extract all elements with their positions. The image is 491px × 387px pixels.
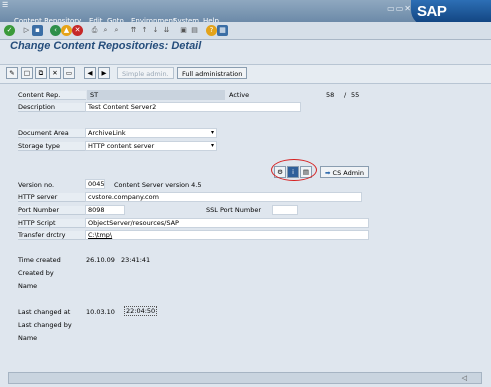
- entry-count-separator: /: [344, 91, 347, 99]
- sap-logo-text: SAP: [417, 3, 447, 20]
- ssl-port-label: SSL Port Number: [206, 206, 262, 214]
- menu-environment[interactable]: Environment: [131, 0, 176, 25]
- version-label: Version no.: [18, 181, 55, 189]
- time-created-label: Time created: [18, 256, 61, 264]
- last-page-icon[interactable]: ⇊: [161, 25, 172, 36]
- next-page-icon[interactable]: ↓: [150, 25, 161, 36]
- storage-type-label: Storage type: [18, 142, 86, 151]
- next-entry-icon[interactable]: ▶: [98, 67, 110, 79]
- http-server-input[interactable]: cvstore.company.com: [85, 192, 362, 202]
- find-icon[interactable]: ⌕: [100, 25, 111, 36]
- transfer-directory-label: Transfer drctry: [18, 231, 86, 240]
- find-next-icon[interactable]: ⌕: [111, 25, 122, 36]
- copy-icon[interactable]: ⧉: [35, 67, 47, 79]
- cs-admin-label: CS Admin: [332, 169, 364, 177]
- port-number-label: Port Number: [18, 206, 86, 215]
- storage-type-value: HTTP content server: [88, 142, 155, 150]
- edit-pencil-icon[interactable]: ✎: [6, 67, 18, 79]
- simple-admin-button[interactable]: Simple admin.: [117, 67, 174, 79]
- window-menu-icon[interactable]: ☰: [2, 1, 8, 9]
- arrow-right-icon: ➡: [325, 169, 331, 177]
- entry-total-count: 55: [351, 91, 360, 99]
- entry-current-count: 58: [326, 91, 335, 99]
- version-field[interactable]: 0045: [85, 179, 105, 189]
- previous-entry-icon[interactable]: ◀: [84, 67, 96, 79]
- status-text: Active: [229, 91, 250, 99]
- new-session-icon[interactable]: ▣: [178, 25, 189, 36]
- created-by-name-label: Name: [18, 282, 38, 290]
- document-area-value: ArchiveLink: [88, 129, 126, 137]
- detail-form: Content Rep. ST Active 58 / 55 Descripti…: [10, 86, 480, 369]
- storage-type-dropdown[interactable]: HTTP content server ▾: [85, 141, 217, 151]
- back-icon[interactable]: ‹: [50, 25, 61, 36]
- dropdown-icon[interactable]: ▾: [211, 142, 214, 150]
- full-administration-button[interactable]: Full administration: [177, 67, 248, 79]
- highlight-circle: [271, 159, 317, 181]
- status-toggle-icon[interactable]: ◁: [462, 374, 467, 382]
- created-by-label: Created by: [18, 269, 54, 277]
- print-icon[interactable]: ⎙: [89, 25, 100, 36]
- menu-help[interactable]: Help: [203, 0, 219, 25]
- command-field-icon[interactable]: ▷: [21, 25, 32, 36]
- content-rep-label: Content Rep.: [18, 91, 86, 100]
- last-changed-by-label: Last changed by: [18, 321, 72, 329]
- cancel-icon[interactable]: ✕: [72, 25, 83, 36]
- create-icon[interactable]: □: [21, 67, 33, 79]
- window-controls[interactable]: ▭▭✕: [387, 4, 412, 13]
- previous-page-icon[interactable]: ↑: [139, 25, 150, 36]
- save-icon[interactable]: ▪: [32, 25, 43, 36]
- layout-icon[interactable]: ▦: [217, 25, 228, 36]
- description-label: Description: [18, 103, 86, 112]
- content-rep-field: ST: [87, 90, 225, 100]
- menu-bar: Content Repository Edit Goto Environment…: [0, 0, 491, 26]
- http-script-label: HTTP Script: [18, 219, 86, 228]
- http-script-input[interactable]: ObjectServer/resources/SAP: [85, 218, 369, 228]
- time-created-time: 23:41:41: [121, 256, 151, 264]
- other-object-icon[interactable]: ▭: [63, 67, 75, 79]
- last-changed-name-label: Name: [18, 334, 38, 342]
- exit-icon[interactable]: ▲: [61, 25, 72, 36]
- last-changed-label: Last changed at: [18, 308, 71, 316]
- ssl-port-input[interactable]: [272, 205, 298, 215]
- transfer-directory-input[interactable]: C:\tmp\: [85, 230, 369, 240]
- last-changed-date: 10.03.10: [86, 308, 115, 316]
- help-icon[interactable]: ?: [206, 25, 217, 36]
- status-bar: ◁: [8, 372, 482, 384]
- document-area-dropdown[interactable]: ArchiveLink ▾: [85, 128, 217, 138]
- document-area-label: Document Area: [18, 129, 86, 138]
- menu-goto[interactable]: Goto: [107, 0, 124, 25]
- description-input[interactable]: Test Content Server2: [85, 102, 301, 112]
- dropdown-icon[interactable]: ▾: [211, 129, 214, 137]
- version-text: Content Server version 4.5: [114, 181, 202, 189]
- page-title: Change Content Repositories: Detail: [10, 40, 202, 52]
- http-server-label: HTTP server: [18, 193, 86, 202]
- shortcut-icon[interactable]: ▤: [189, 25, 200, 36]
- menu-content-repository[interactable]: Content Repository: [14, 0, 81, 25]
- delete-icon[interactable]: ✕: [49, 67, 61, 79]
- time-created-date: 26.10.09: [86, 256, 115, 264]
- cs-admin-button[interactable]: ➡ CS Admin: [320, 166, 369, 178]
- first-page-icon[interactable]: ⇈: [128, 25, 139, 36]
- menu-system[interactable]: System: [173, 0, 199, 25]
- menu-edit[interactable]: Edit: [89, 0, 103, 25]
- enter-icon[interactable]: ✓: [4, 25, 15, 36]
- last-changed-time[interactable]: 22:04:50: [124, 306, 158, 316]
- port-number-input[interactable]: 8098: [85, 205, 125, 215]
